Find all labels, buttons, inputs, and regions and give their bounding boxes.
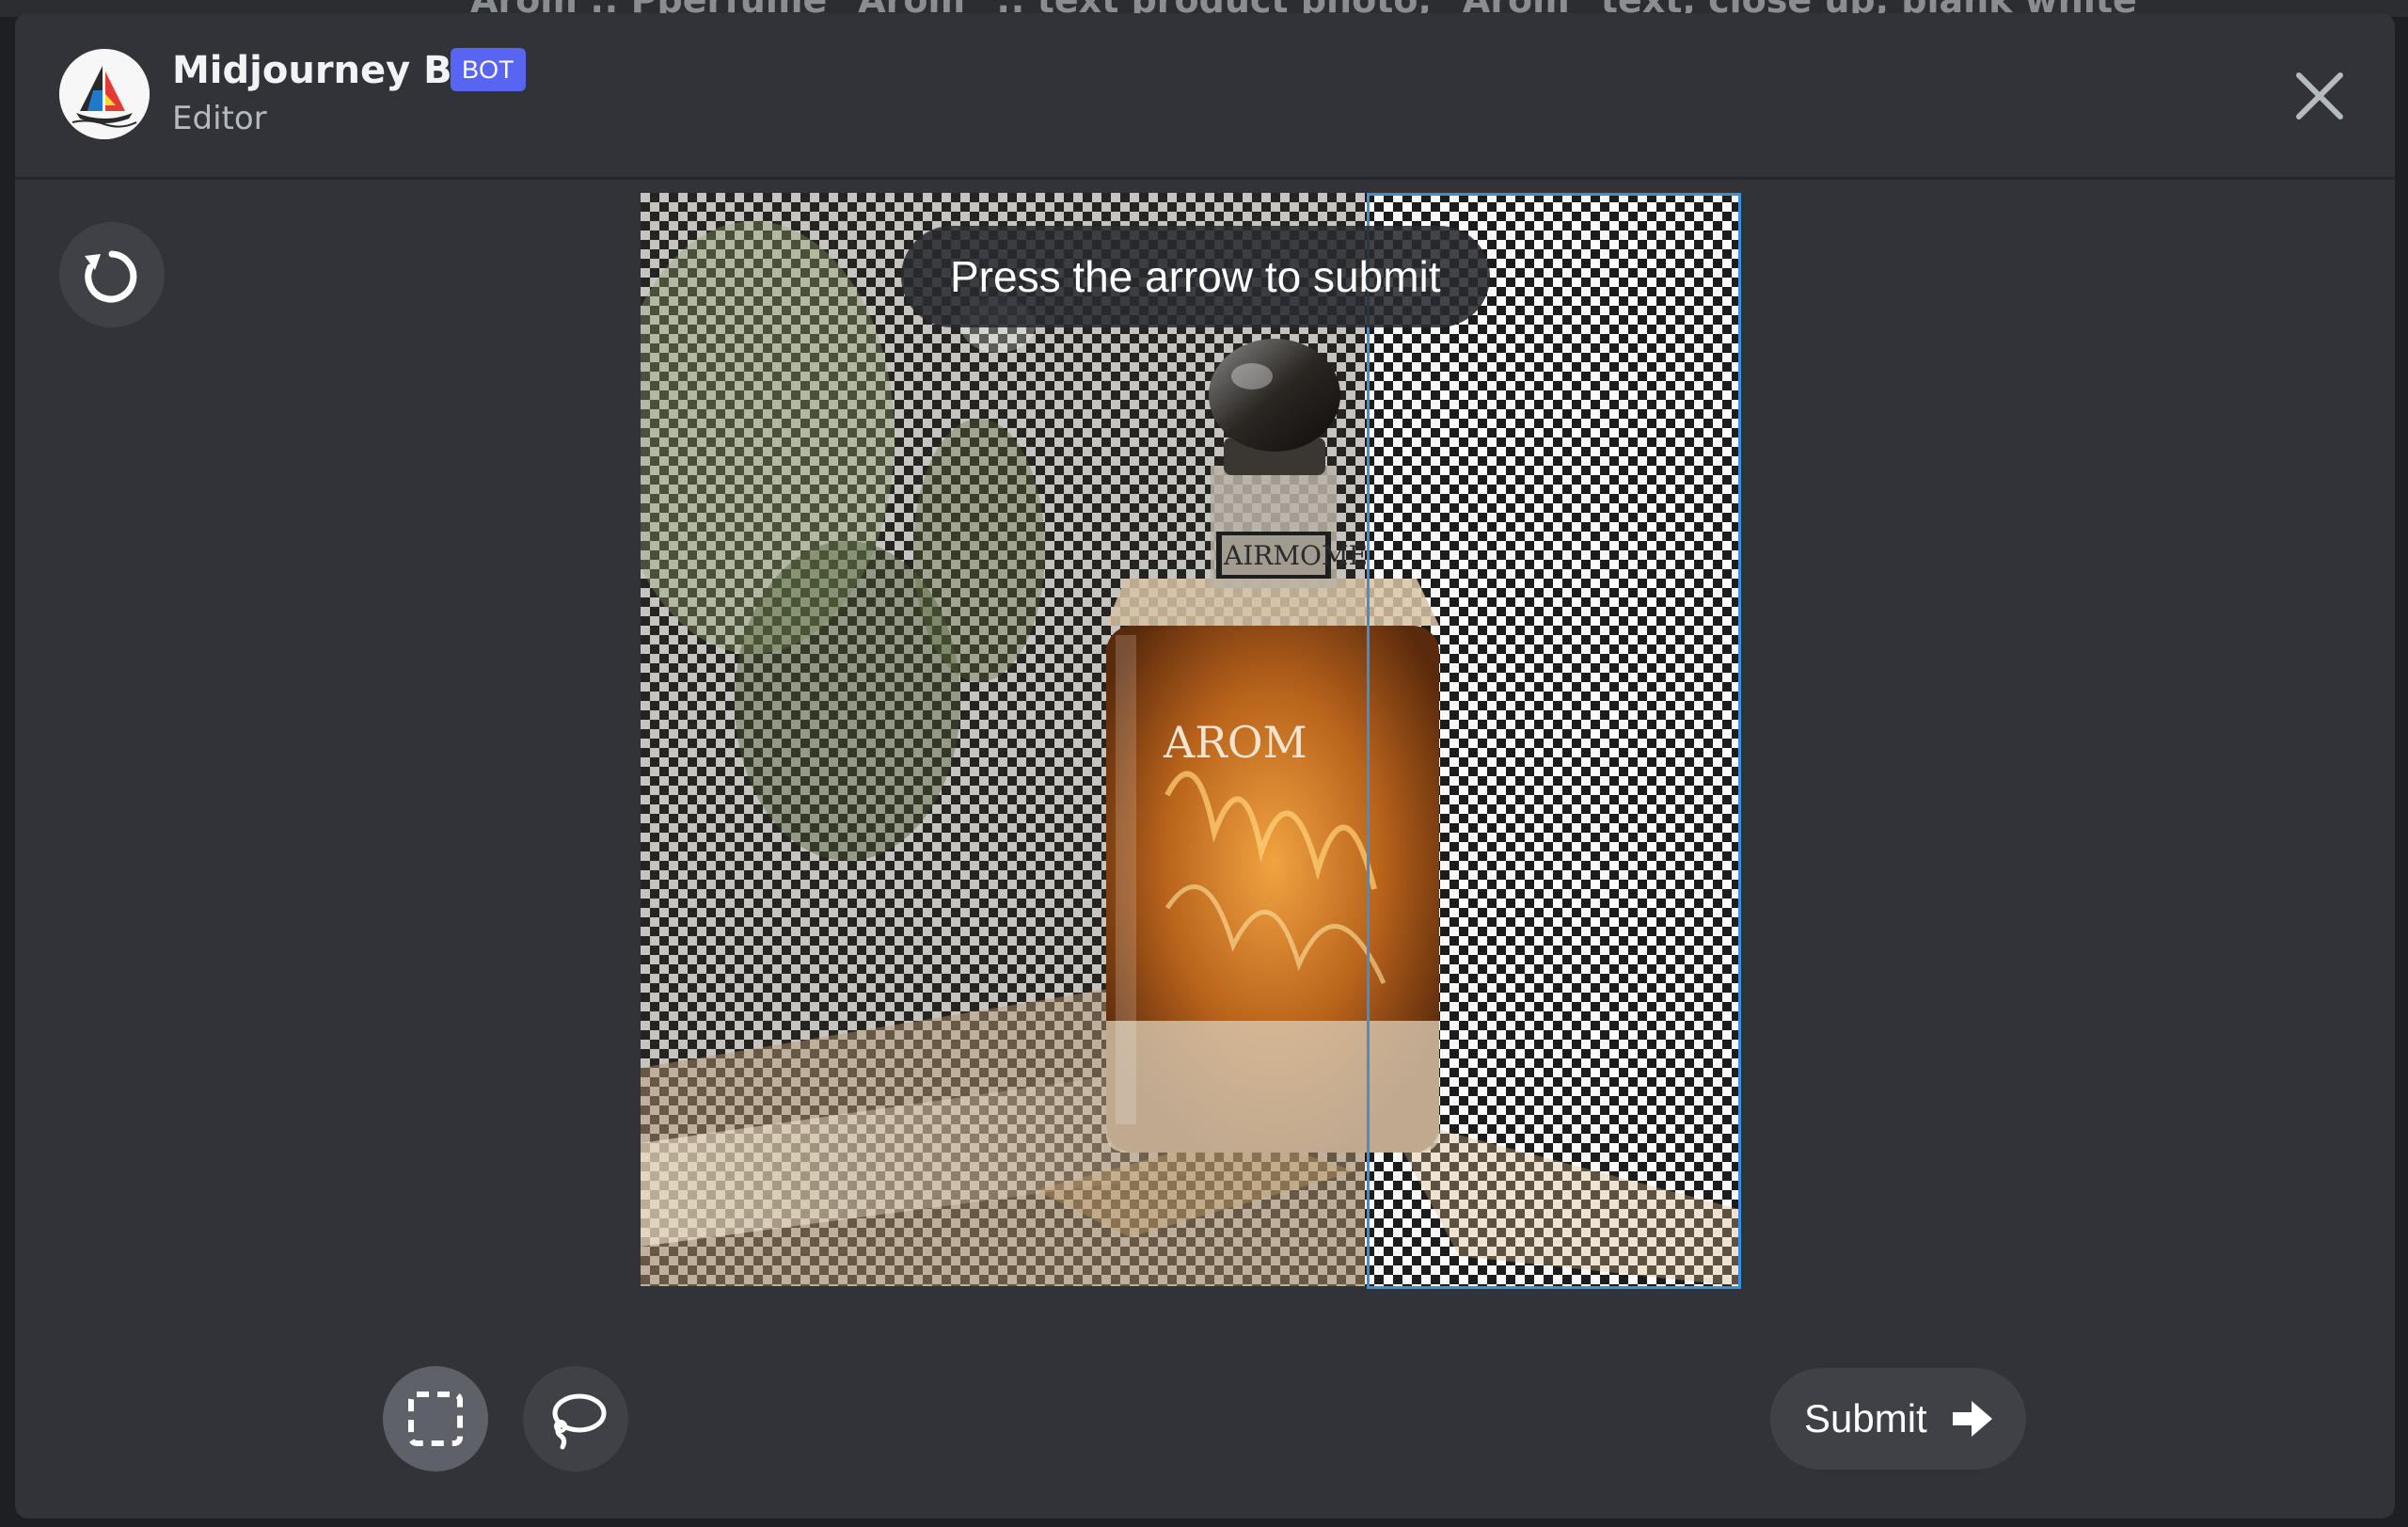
bot-name[interactable]: Midjourney Bot	[172, 49, 496, 92]
modal-header: Midjourney Bot BOT Editor	[15, 13, 2395, 180]
undo-icon	[85, 250, 137, 303]
submit-label: Submit	[1804, 1396, 1927, 1440]
lasso-select-button[interactable]	[523, 1366, 628, 1471]
avatar	[59, 49, 150, 139]
rectangle-select-button[interactable]	[383, 1366, 488, 1471]
midjourney-sailboat-logo-icon	[59, 49, 150, 139]
close-button[interactable]	[2284, 60, 2355, 132]
bottle-neck-label: AIRMOME	[1223, 540, 1368, 571]
undo-button[interactable]	[59, 222, 165, 327]
perfume-photo: AROM AIRMOME	[641, 193, 1738, 1286]
submit-hint-tooltip: Press the arrow to submit	[901, 226, 1490, 327]
editor-subtitle: Editor	[172, 100, 267, 137]
close-x-icon	[2296, 72, 2343, 119]
bot-badge: BOT	[451, 48, 526, 91]
image-canvas[interactable]: AROM AIRMOME	[641, 193, 1738, 1286]
rectangle-select-icon	[408, 1392, 463, 1446]
lasso-icon	[552, 1393, 607, 1450]
arrow-right-icon	[1953, 1401, 1992, 1437]
bottle-brand-label: AROM	[1163, 717, 1307, 768]
submit-button[interactable]: Submit	[1770, 1368, 2026, 1470]
